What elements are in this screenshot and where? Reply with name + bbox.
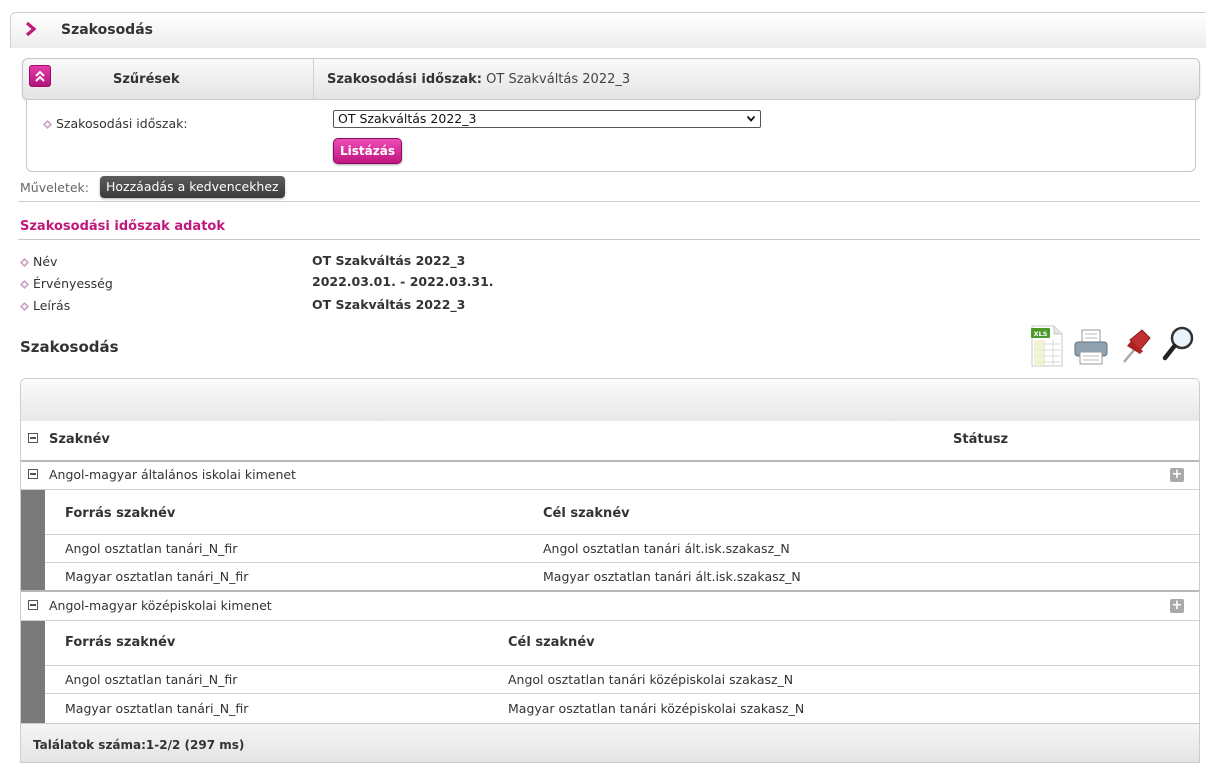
add-row-button[interactable]: + xyxy=(1170,468,1184,482)
detail-label-text: Leírás xyxy=(33,298,71,313)
divider xyxy=(45,562,1199,563)
divider xyxy=(21,590,1199,592)
group-label: Angol-magyar általános iskolai kimenet xyxy=(49,467,296,482)
column-header-szaknev[interactable]: Szaknév xyxy=(49,432,110,447)
xls-badge: XLS xyxy=(1034,330,1048,338)
detail-label-name: Név xyxy=(20,254,57,269)
detail-value-validity: 2022.03.01. - 2022.03.31. xyxy=(312,274,494,289)
cell-source: Angol osztatlan tanári_N_fir xyxy=(65,541,238,556)
collapse-group-icon[interactable] xyxy=(28,469,38,479)
divider xyxy=(45,693,1199,694)
grid-toolbar xyxy=(21,379,1199,421)
cell-target: Magyar osztatlan tanári ált.isk.szakasz_… xyxy=(543,569,801,584)
column-header-source: Forrás szaknév xyxy=(65,635,176,650)
cell-source: Magyar osztatlan tanári_N_fir xyxy=(65,569,249,584)
double-chevron-up-icon xyxy=(35,70,45,82)
add-row-button[interactable]: + xyxy=(1170,599,1184,613)
xls-export-icon[interactable]: XLS xyxy=(1028,322,1066,368)
detail-label-text: Érvényesség xyxy=(33,276,113,291)
filter-title: Szűrések xyxy=(113,72,180,87)
divider xyxy=(18,239,1200,240)
divider xyxy=(21,620,1199,621)
details-section-title: Szakosodási időszak adatok xyxy=(20,219,225,234)
cell-target: Magyar osztatlan tanári középiskolai sza… xyxy=(508,701,805,716)
data-grid: Szaknév Státusz Angol-magyar általános i… xyxy=(20,378,1200,763)
column-header-target: Cél szaknév xyxy=(543,506,630,521)
cell-source: Magyar osztatlan tanári_N_fir xyxy=(65,701,249,716)
column-header-status[interactable]: Státusz xyxy=(953,432,1008,447)
column-header-target: Cél szaknév xyxy=(508,635,595,650)
magnifier-icon[interactable] xyxy=(1160,322,1198,368)
filter-summary: Szakosodási időszak: OT Szakváltás 2022_… xyxy=(327,72,630,87)
divider xyxy=(45,534,1199,535)
column-header-source: Forrás szaknév xyxy=(65,506,176,521)
divider xyxy=(21,460,1199,462)
group-indent-bar xyxy=(21,621,45,723)
detail-label-description: Leírás xyxy=(20,298,70,313)
chevron-down-icon xyxy=(747,116,755,122)
diamond-bullet-icon xyxy=(43,120,52,129)
period-field-label: Szakosodási időszak: xyxy=(43,116,188,131)
result-count: Találatok száma:1-2/2 (297 ms) xyxy=(33,738,245,752)
cell-target: Angol osztatlan tanári ált.isk.szakasz_N xyxy=(543,541,790,556)
grid-footer: Találatok száma:1-2/2 (297 ms) xyxy=(21,723,1199,762)
detail-label-validity: Érvényesség xyxy=(20,276,113,291)
detail-label-text: Név xyxy=(33,254,58,269)
actions-label: Műveletek: xyxy=(20,180,90,195)
diamond-bullet-icon xyxy=(20,302,29,311)
period-field-label-text: Szakosodási időszak: xyxy=(56,116,188,131)
detail-value-description: OT Szakváltás 2022_3 xyxy=(312,297,466,312)
period-select[interactable]: OT Szakváltás 2022_3 xyxy=(333,110,761,128)
group-indent-bar xyxy=(21,490,45,590)
collapse-group-icon[interactable] xyxy=(28,600,38,610)
group-label: Angol-magyar középiskolai kimenet xyxy=(49,598,272,613)
diamond-bullet-icon xyxy=(20,258,29,267)
divider xyxy=(21,489,1199,490)
page-header: Szakosodás xyxy=(10,12,1206,48)
pin-icon[interactable] xyxy=(1116,322,1154,368)
filter-summary-label: Szakosodási időszak: xyxy=(327,72,483,87)
diamond-bullet-icon xyxy=(20,280,29,289)
list-button[interactable]: Listázás xyxy=(333,138,402,164)
collapse-filter-button[interactable] xyxy=(29,65,51,87)
filter-bar: Szűrések Szakosodási időszak: OT Szakvál… xyxy=(22,58,1200,100)
page-title: Szakosodás xyxy=(61,22,153,38)
detail-value-name: OT Szakváltás 2022_3 xyxy=(312,253,466,268)
divider xyxy=(18,201,1200,202)
filter-summary-value: OT Szakváltás 2022_3 xyxy=(486,72,631,87)
divider xyxy=(45,665,1199,666)
add-to-favorites-button[interactable]: Hozzáadás a kedvencekhez xyxy=(100,176,285,198)
printer-icon[interactable] xyxy=(1072,322,1110,368)
period-select-value: OT Szakváltás 2022_3 xyxy=(338,111,477,126)
cell-source: Angol osztatlan tanári_N_fir xyxy=(65,672,238,687)
chevron-right-icon xyxy=(25,22,37,36)
filter-panel: Szakosodási időszak: OT Szakváltás 2022_… xyxy=(26,100,1196,172)
collapse-all-icon[interactable] xyxy=(28,433,38,443)
cell-target: Angol osztatlan tanári középiskolai szak… xyxy=(508,672,794,687)
list-title: Szakosodás xyxy=(20,338,119,356)
divider xyxy=(313,59,314,99)
